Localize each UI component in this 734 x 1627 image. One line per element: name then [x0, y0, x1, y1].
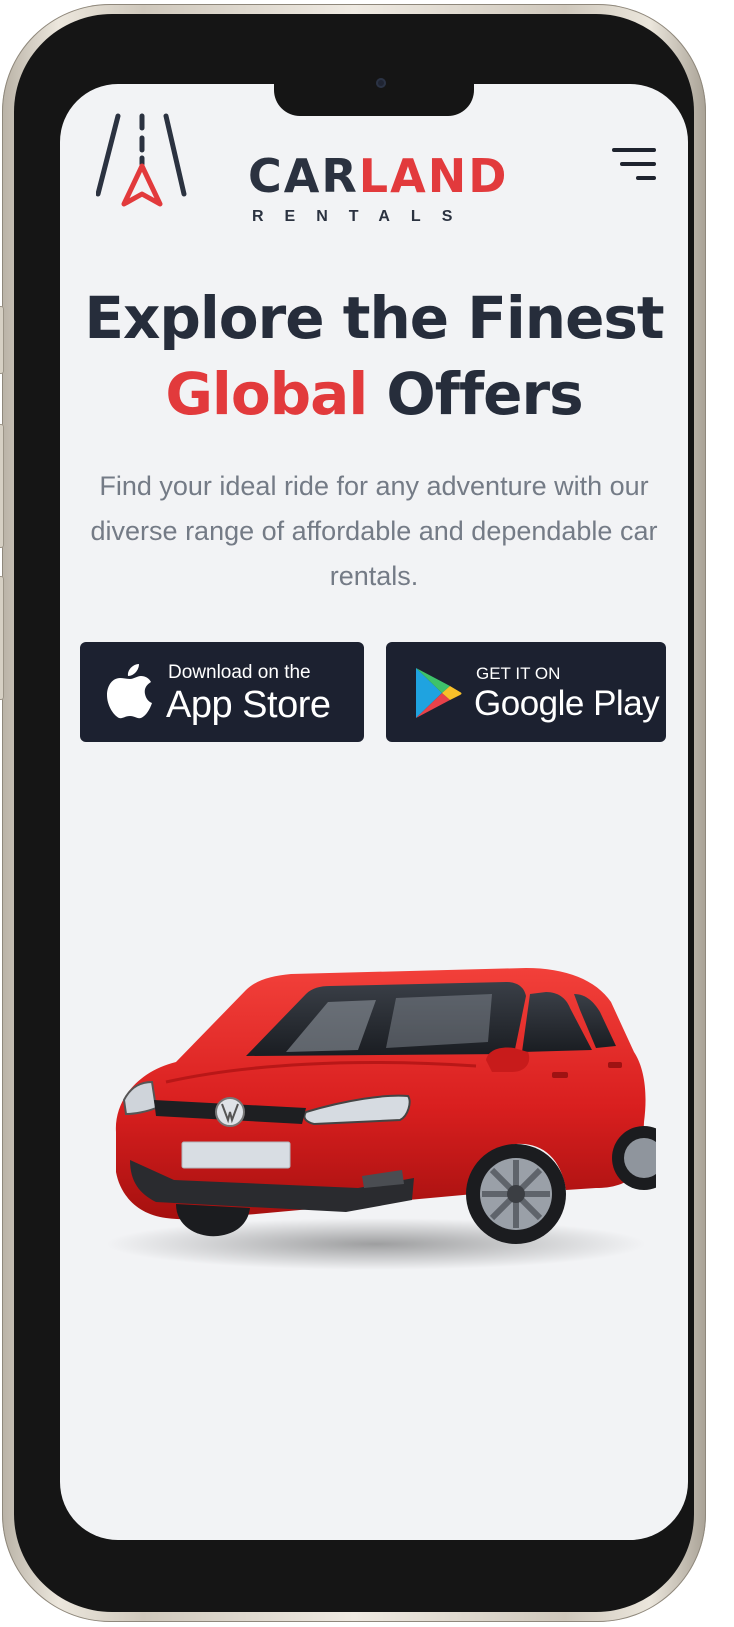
- volume-up-button: [0, 424, 4, 548]
- road-logo-icon: [96, 113, 187, 207]
- notch: [274, 84, 474, 116]
- google-play-button[interactable]: GET IT ON Google Play: [386, 642, 666, 742]
- hero-title-highlight: Global: [165, 360, 368, 428]
- mute-switch: [0, 306, 4, 374]
- hero-description: Find your ideal ride for any adventure w…: [90, 471, 658, 591]
- menu-button[interactable]: [612, 148, 656, 184]
- brand-subtitle: RENTALS: [252, 208, 474, 225]
- google-play-label: Google Play: [474, 684, 660, 723]
- app-store-label: App Store: [166, 684, 331, 726]
- red-hatchback-car-image: [106, 968, 656, 1270]
- brand-name: CARLAND: [248, 149, 509, 203]
- brand-logo[interactable]: CARLAND RENTALS: [96, 112, 506, 225]
- app-store-button[interactable]: Download on the App Store: [80, 642, 364, 742]
- hero-title: Explore the Finest Global Offers: [84, 284, 664, 428]
- phone-screen: CARLAND RENTALS Explore the Finest Globa…: [60, 84, 688, 1540]
- hamburger-menu-icon: [612, 148, 656, 152]
- volume-down-button: [0, 576, 4, 700]
- google-play-icon: [416, 668, 462, 718]
- google-play-small-label: GET IT ON: [476, 664, 561, 683]
- app-store-small-label: Download on the: [168, 662, 311, 683]
- apple-icon: [107, 664, 152, 719]
- front-camera: [376, 78, 386, 88]
